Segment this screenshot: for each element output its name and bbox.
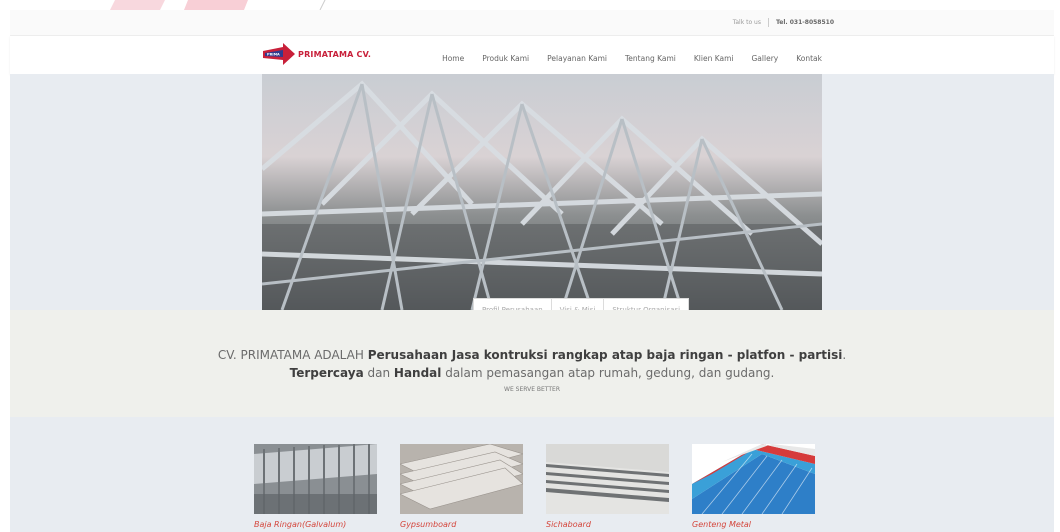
nav-produk-kami[interactable]: Produk Kami	[482, 54, 529, 63]
phone-number[interactable]: Tel. 031-8058510	[776, 19, 834, 26]
contact-info: Talk to us Tel. 031-8058510	[733, 18, 834, 27]
product-name[interactable]: Gypsumboard	[400, 520, 523, 529]
nav-tentang-kami[interactable]: Tentang Kami	[625, 54, 676, 63]
tagline: WE SERVE BETTER	[504, 386, 560, 393]
hero-image	[262, 74, 822, 310]
svg-text:PRIMA: PRIMA	[267, 53, 280, 57]
product-card[interactable]: Gypsumboard	[400, 444, 523, 529]
nav-klien-kami[interactable]: Klien Kami	[694, 54, 734, 63]
intro-line-1: CV. PRIMATAMA ADALAH Perusahaan Jasa kon…	[217, 348, 847, 362]
main-menu: Home Produk Kami Pelayanan Kami Tentang …	[424, 54, 822, 63]
intro-section: CV. PRIMATAMA ADALAH Perusahaan Jasa kon…	[10, 310, 1054, 417]
brand-name: PRIMATAMA CV.	[298, 49, 372, 59]
intro-line-2: Terpercaya dan Handal dalam pemasangan a…	[289, 366, 775, 380]
sichaboard-image[interactable]	[546, 444, 669, 514]
brand-logo[interactable]: PRIMA PRIMATAMA CV.	[261, 42, 371, 66]
nav-kontak[interactable]: Kontak	[796, 54, 822, 63]
nav-pelayanan-kami[interactable]: Pelayanan Kami	[547, 54, 607, 63]
navbar: PRIMA PRIMATAMA CV. Home Produk Kami Pel…	[10, 36, 1054, 74]
metal-roof-tile-image[interactable]	[692, 444, 815, 514]
steel-panel-image[interactable]	[254, 444, 377, 514]
talk-to-us-label: Talk to us	[732, 19, 761, 26]
product-list: Baja Ringan(Galvalum) Gypsumboard Sichab…	[254, 444, 824, 532]
product-name[interactable]: Sichaboard	[546, 520, 669, 529]
top-bar: Talk to us Tel. 031-8058510	[10, 10, 1054, 36]
product-name[interactable]: Genteng Metal	[692, 520, 815, 529]
product-card[interactable]: Sichaboard	[546, 444, 669, 529]
logo-arrow-icon: PRIMA	[263, 43, 295, 65]
product-card[interactable]: Baja Ringan(Galvalum)	[254, 444, 377, 529]
product-card[interactable]: Genteng Metal	[692, 444, 815, 529]
nav-gallery[interactable]: Gallery	[752, 54, 779, 63]
product-name[interactable]: Baja Ringan(Galvalum)	[254, 520, 377, 529]
gypsum-board-image[interactable]	[400, 444, 523, 514]
nav-home[interactable]: Home	[442, 54, 464, 63]
